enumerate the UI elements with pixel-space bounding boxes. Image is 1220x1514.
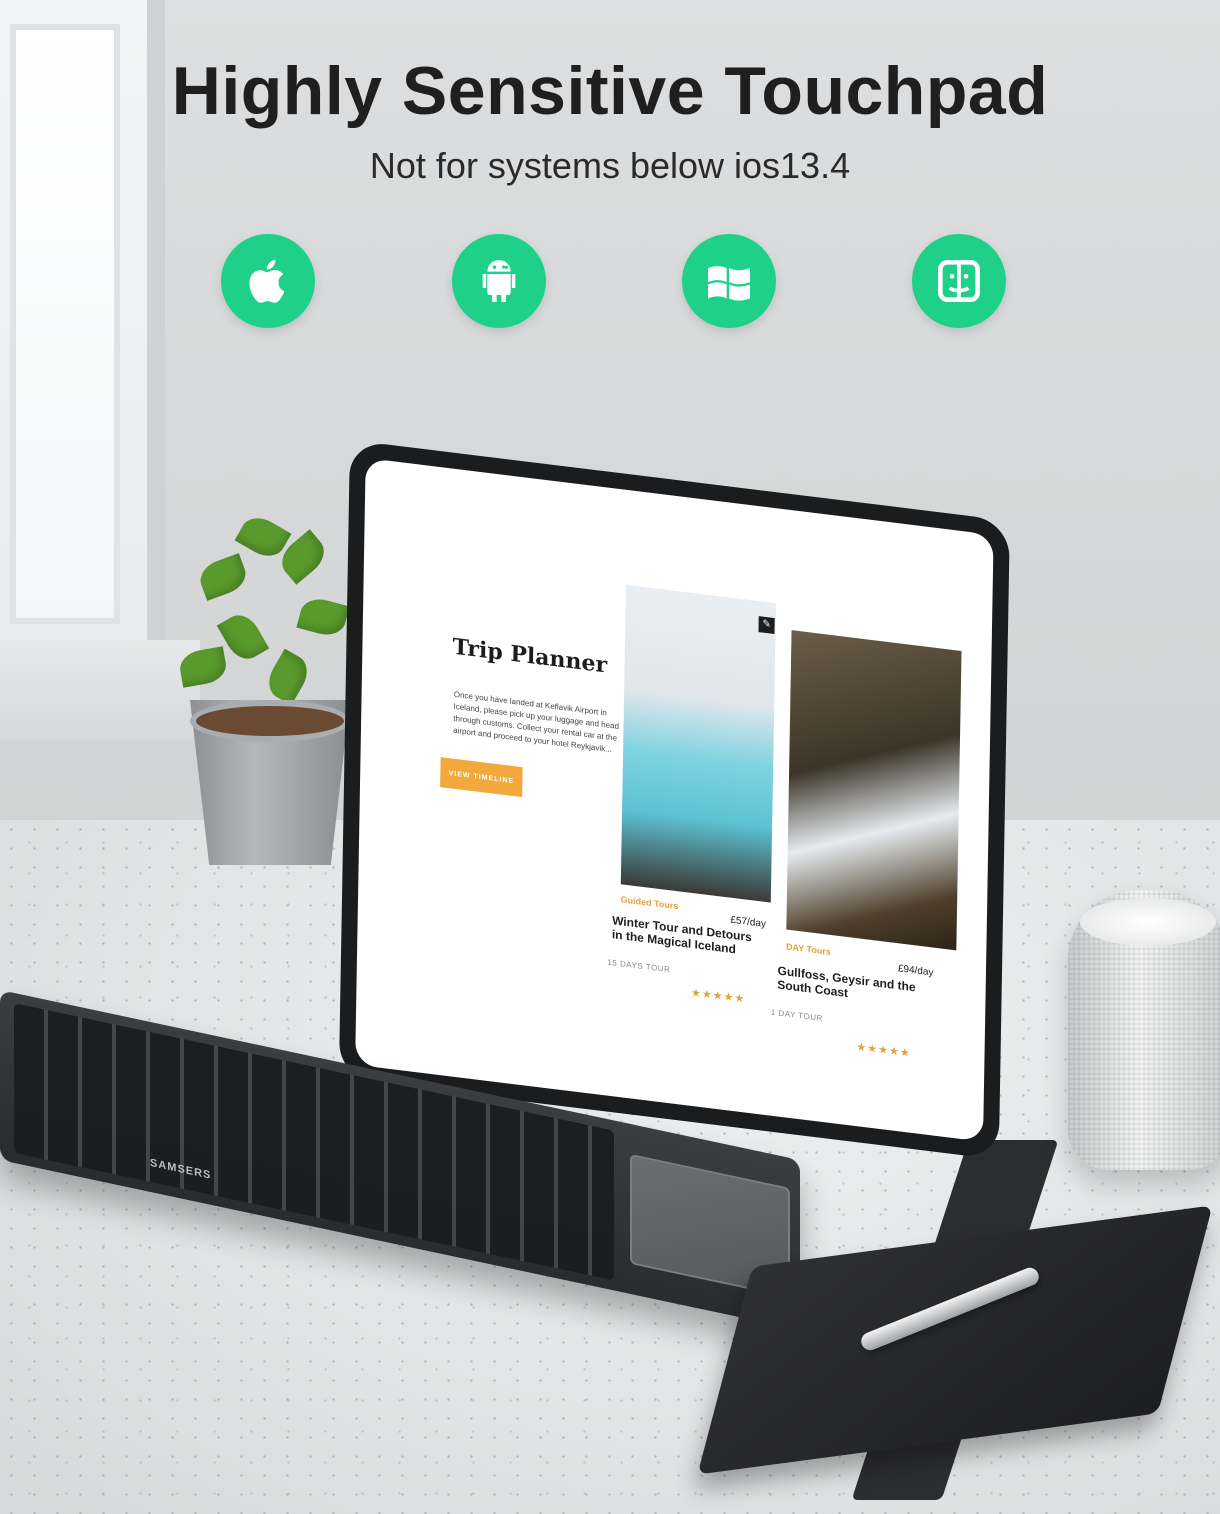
headline: Highly Sensitive Touchpad bbox=[171, 53, 1049, 129]
android-icon bbox=[452, 234, 546, 328]
window-sill bbox=[0, 640, 200, 740]
pot-soil bbox=[190, 700, 350, 742]
card-tag: Guided Tours bbox=[620, 894, 679, 912]
apple-icon bbox=[221, 234, 315, 328]
smart-speaker bbox=[1068, 890, 1220, 1170]
os-compatibility-row bbox=[0, 234, 1220, 330]
tablet: Trip Planner Once you have landed at Kef… bbox=[338, 440, 1059, 1500]
lagoon-photo bbox=[620, 584, 776, 903]
macos-finder-icon bbox=[912, 234, 1006, 328]
rating-stars: ★★★★★ bbox=[856, 1041, 911, 1060]
trip-planner-body: Once you have landed at Keflavik Airport… bbox=[453, 689, 620, 755]
card-price: £94/day bbox=[897, 963, 934, 979]
view-timeline-button[interactable]: VIEW TIMELINE bbox=[440, 757, 523, 798]
card-subtitle: 15 DAYS TOUR bbox=[607, 957, 671, 975]
trip-planner-title: Trip Planner bbox=[452, 633, 608, 679]
tablet-screen: Trip Planner Once you have landed at Kef… bbox=[355, 457, 994, 1142]
tablet-body: Trip Planner Once you have landed at Kef… bbox=[338, 440, 1010, 1160]
card-subtitle: 1 DAY TOUR bbox=[770, 1007, 823, 1024]
windows-icon bbox=[682, 234, 776, 328]
subline: Not for systems below ios13.4 bbox=[369, 145, 851, 186]
canyon-photo bbox=[786, 630, 962, 951]
card-tag: DAY Tours bbox=[785, 941, 831, 957]
rating-stars: ★★★★★ bbox=[690, 986, 746, 1006]
pin-icon[interactable]: ✎ bbox=[758, 616, 775, 635]
